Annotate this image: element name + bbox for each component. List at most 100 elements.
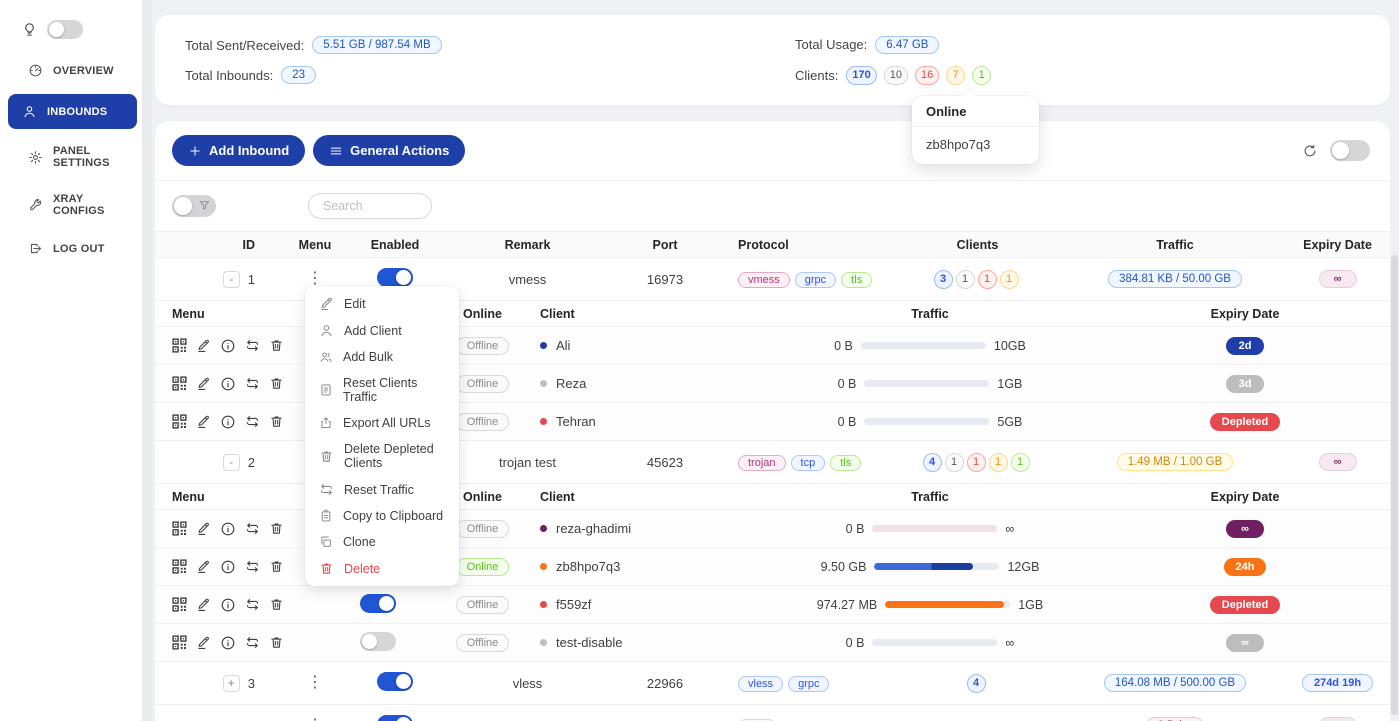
client-name: f559zf (556, 597, 591, 612)
edit-client-icon[interactable] (196, 559, 211, 574)
search-input[interactable] (308, 193, 432, 219)
inbound-expiry-cell: 274d 19h (1290, 674, 1385, 692)
menu-item-clone[interactable]: Clone (305, 529, 459, 555)
client-enabled-toggle[interactable] (360, 632, 396, 651)
reset-client-traffic-icon[interactable] (245, 376, 260, 391)
scrollbar-thumb[interactable] (1391, 255, 1398, 715)
sidebar-item-inbounds[interactable]: INBOUNDS (8, 94, 137, 129)
client-info-icon[interactable] (220, 597, 236, 613)
inbound-enabled-toggle[interactable] (377, 715, 413, 721)
menu-item-copy-to-clipboard[interactable]: Copy to Clipboard (305, 503, 459, 529)
toggle-knob (362, 634, 377, 649)
delete-client-icon[interactable] (269, 521, 284, 536)
delete-client-icon[interactable] (269, 338, 284, 353)
client-info-icon[interactable] (220, 635, 236, 651)
client-count-badge-green[interactable]: 1 (972, 66, 991, 85)
qr-code-icon[interactable] (172, 338, 187, 353)
delete-client-icon[interactable] (269, 597, 284, 612)
theme-toggle[interactable] (47, 20, 83, 39)
expiry-badge: Depleted (1210, 596, 1280, 614)
client-expiry-cell: Depleted (1105, 596, 1385, 614)
client-info-icon[interactable] (220, 521, 236, 537)
filter-toggle[interactable] (172, 195, 216, 217)
edit-client-icon[interactable] (196, 597, 211, 612)
reset-client-traffic-icon[interactable] (245, 559, 260, 574)
refresh-icon[interactable] (1302, 143, 1318, 159)
traffic-used: 974.27 MB (817, 598, 877, 612)
reset-client-traffic-icon[interactable] (245, 414, 260, 429)
inbound-enabled-toggle[interactable] (377, 672, 413, 691)
sidebar-item-overview[interactable]: OVERVIEW (6, 55, 136, 86)
client-expiry-cell: 3d (1105, 375, 1385, 393)
qr-code-icon[interactable] (172, 597, 187, 612)
client-status-dot (540, 563, 547, 570)
client-count-badge-gray[interactable]: 10 (884, 66, 908, 85)
menu-item-add-bulk[interactable]: Add Bulk (305, 344, 459, 370)
delete-client-icon[interactable] (269, 559, 284, 574)
column-header: Menu (285, 238, 345, 252)
add-client-icon (319, 323, 334, 338)
client-count-badge-red[interactable]: 16 (915, 66, 939, 85)
client-expiry-cell: ∞ (1105, 634, 1385, 652)
inbound-enabled-toggle[interactable] (377, 268, 413, 287)
delete-client-icon[interactable] (269, 414, 284, 429)
client-count-badge-blue[interactable]: 170 (846, 66, 876, 85)
qr-code-icon[interactable] (172, 559, 187, 574)
protocol-tag: tls (841, 272, 872, 288)
expiry-badge: ∞ (1319, 453, 1357, 471)
inbound-client-counts: 41111 (895, 453, 1060, 472)
edit-client-icon[interactable] (196, 414, 211, 429)
client-info-icon[interactable] (220, 376, 236, 392)
traffic-used: 9.50 GB (821, 560, 867, 574)
menu-item-reset-clients-traffic[interactable]: Reset Clients Traffic (305, 370, 459, 410)
client-name: reza-ghadimi (556, 521, 631, 536)
expand-collapse-button[interactable]: - (223, 271, 240, 288)
menu-item-delete[interactable]: Delete (305, 555, 459, 582)
client-count-badge-orange[interactable]: 7 (946, 66, 965, 85)
client-count-badge: 1 (989, 453, 1008, 472)
reset-client-traffic-icon[interactable] (245, 597, 260, 612)
delete-client-icon[interactable] (269, 635, 284, 650)
expand-collapse-button[interactable]: + (223, 675, 240, 692)
qr-code-icon[interactable] (172, 376, 187, 391)
expand-collapse-button[interactable]: - (223, 454, 240, 471)
qr-code-icon[interactable] (172, 521, 187, 536)
edit-client-icon[interactable] (196, 338, 211, 353)
dashboard-icon (28, 63, 43, 78)
reset-client-traffic-icon[interactable] (245, 635, 260, 650)
sidebar-item-xray-configs[interactable]: XRAY CONFIGS (6, 185, 136, 225)
edit-client-icon[interactable] (196, 521, 211, 536)
qr-code-icon[interactable] (172, 635, 187, 650)
menu-item-add-client[interactable]: Add Client (305, 317, 459, 344)
client-name: Ali (556, 338, 570, 353)
inbound-protocols: vmessgrpctls (720, 271, 895, 288)
edit-client-icon[interactable] (196, 635, 211, 650)
client-enabled-toggle[interactable] (360, 594, 396, 613)
menu-item-delete-depleted-clients[interactable]: Delete Depleted Clients (305, 436, 459, 476)
more-actions-icon[interactable]: ⋮ (301, 716, 329, 721)
menu-item-export-all-urls[interactable]: Export All URLs (305, 410, 459, 436)
toggle-knob (379, 596, 394, 611)
protocol-tag: vmess (738, 272, 790, 288)
more-actions-icon[interactable]: ⋮ (301, 673, 329, 693)
reset-client-traffic-icon[interactable] (245, 338, 260, 353)
auto-refresh-toggle[interactable] (1330, 140, 1370, 161)
menu-item-edit[interactable]: Edit (305, 290, 459, 317)
general-actions-button[interactable]: General Actions (313, 135, 465, 166)
edit-client-icon[interactable] (196, 376, 211, 391)
logout-icon (28, 241, 43, 256)
delete-client-icon[interactable] (269, 376, 284, 391)
client-count-badge: 1 (1000, 270, 1019, 289)
client-info-icon[interactable] (220, 559, 236, 575)
sidebar-item-panel-settings[interactable]: PANEL SETTINGS (6, 137, 136, 177)
menu-item-reset-traffic[interactable]: Reset Traffic (305, 476, 459, 503)
online-status-badge: Online (456, 558, 510, 576)
general-actions-label: General Actions (350, 143, 449, 158)
client-info-icon[interactable] (220, 338, 236, 354)
qr-code-icon[interactable] (172, 414, 187, 429)
client-info-icon[interactable] (220, 414, 236, 430)
sidebar-item-log-out[interactable]: LOG OUT (6, 233, 136, 264)
add-inbound-button[interactable]: Add Inbound (172, 135, 305, 166)
sidebar-item-label: OVERVIEW (53, 65, 114, 77)
reset-client-traffic-icon[interactable] (245, 521, 260, 536)
